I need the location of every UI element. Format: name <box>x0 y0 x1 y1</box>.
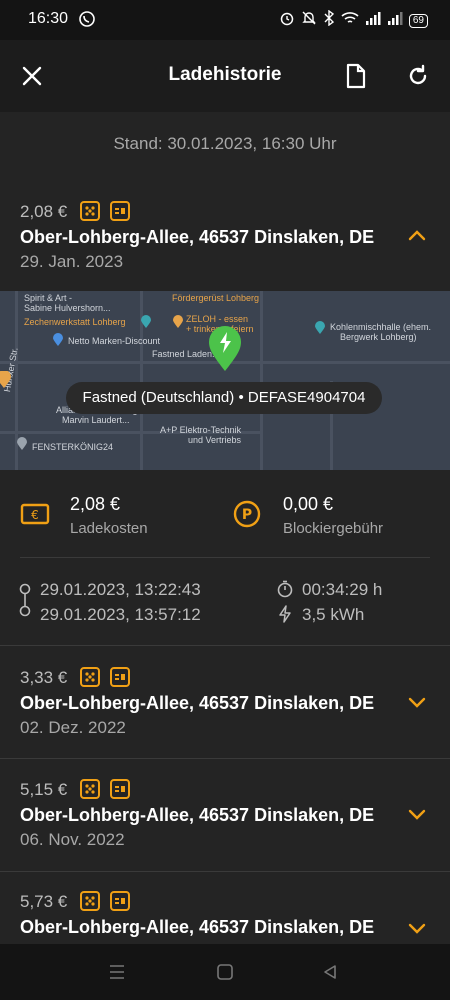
chevron-down-icon[interactable] <box>408 808 426 826</box>
divider <box>20 557 430 558</box>
entry-price: 5,15 € <box>20 780 68 799</box>
entry-address: Ober-Lohberg-Allee, 46537 Dinslaken, DE <box>20 805 375 825</box>
history-entry[interactable]: 3,33 € Ober-Lohberg-Allee, 46537 Dinslak… <box>0 652 450 758</box>
card-icon <box>110 667 130 687</box>
bluetooth-icon <box>323 9 335 31</box>
end-time: 29.01.2023, 13:57:12 <box>40 605 201 624</box>
map-poi-icon <box>314 321 326 340</box>
page-title: Ladehistorie <box>168 64 282 85</box>
map-label: und Vertriebs <box>188 435 242 445</box>
history-entry[interactable]: 5,15 € Ober-Lohberg-Allee, 46537 Dinslak… <box>0 764 450 870</box>
history-entry-expanded[interactable]: 2,08 € Ober-Lohberg-Allee, 46537 Dinslak… <box>0 190 450 290</box>
map-poi-icon <box>0 370 12 394</box>
map-label: Sabine Hulvershorn... <box>24 303 111 313</box>
wifi-icon <box>341 10 359 31</box>
charging-station-pin-icon[interactable] <box>207 325 243 378</box>
app-bar: Ladehistorie <box>0 40 450 112</box>
map-view[interactable]: Spirit & Art - Sabine Hulvershorn... Zec… <box>0 291 450 470</box>
entry-price: 2,08 € <box>20 202 68 221</box>
map-poi-icon <box>140 315 152 334</box>
cost-label: Ladekosten <box>70 520 148 537</box>
back-icon[interactable] <box>322 964 338 985</box>
whatsapp-icon <box>78 10 96 33</box>
history-entry[interactable]: 5,73 € Ober-Lohberg-Allee, 46537 Dinslak… <box>0 876 450 944</box>
map-label: Fördergerüst Lohberg <box>172 293 260 303</box>
status-bar: 16:30 69 <box>0 0 450 40</box>
entry-date: 06. Nov. 2022 <box>20 830 125 849</box>
map-poi-icon <box>172 315 184 334</box>
parking-icon: P <box>233 500 261 533</box>
svg-text:P: P <box>242 507 252 523</box>
map-label: FENSTERKÖNIG24 <box>32 442 114 452</box>
entry-date: 02. Dez. 2022 <box>20 718 126 737</box>
home-icon[interactable] <box>216 964 234 985</box>
chevron-down-icon[interactable] <box>408 922 426 940</box>
entry-price: 5,73 € <box>20 892 68 911</box>
chevron-up-icon[interactable] <box>408 228 426 246</box>
divider <box>0 758 450 759</box>
signal-icon <box>365 11 381 30</box>
card-icon <box>110 891 130 911</box>
system-nav-bar <box>0 944 450 1000</box>
entry-address: Ober-Lohberg-Allee, 46537 Dinslaken, DE <box>20 693 375 713</box>
connector-icon <box>80 891 100 911</box>
entry-date: 29. Jan. 2023 <box>20 252 124 271</box>
map-poi-icon <box>52 333 64 352</box>
svg-text:€: € <box>31 508 39 522</box>
energy-value: 3,5 kWh <box>302 605 365 624</box>
connector-icon <box>80 201 100 221</box>
cost-card-icon: € <box>20 502 50 531</box>
map-label: Zechenwerkstatt Lohberg <box>24 317 126 327</box>
chevron-down-icon[interactable] <box>408 696 426 714</box>
block-fee-value: 0,00 € <box>283 494 334 514</box>
battery-indicator: 69 <box>408 13 428 28</box>
timeline-icon <box>18 582 32 623</box>
card-icon <box>110 201 130 221</box>
cost-value: 2,08 € <box>70 494 121 514</box>
refresh-icon[interactable] <box>402 60 434 92</box>
start-time: 29.01.2023, 13:22:43 <box>40 580 201 599</box>
map-label: Marvin Laudert... <box>62 415 130 425</box>
map-label: A+P Elektro-Technik <box>160 425 242 435</box>
stopwatch-icon <box>276 580 294 603</box>
status-time: 16:30 <box>28 10 69 27</box>
station-tooltip[interactable]: Fastned (Deutschland) • DEFASE4904704 <box>66 382 382 414</box>
map-label: Bergwerk Lohberg) <box>340 332 417 342</box>
entry-address: Ober-Lohberg-Allee, 46537 Dinslaken, DE <box>20 227 375 247</box>
map-label: Spirit & Art - <box>24 293 73 303</box>
lightning-icon <box>276 605 294 628</box>
entry-price: 3,33 € <box>20 668 68 687</box>
recents-icon[interactable] <box>108 964 126 985</box>
stand-timestamp: Stand: 30.01.2023, 16:30 Uhr <box>113 134 337 153</box>
divider <box>0 645 450 646</box>
duration-value: 00:34:29 h <box>302 580 383 599</box>
mute-icon <box>301 10 317 31</box>
map-label: ZELOH - essen <box>186 314 249 324</box>
block-fee-label: Blockiergebühr <box>283 520 384 537</box>
document-icon[interactable] <box>340 60 372 92</box>
map-label: Netto Marken-Discount <box>68 336 161 346</box>
connector-icon <box>80 667 100 687</box>
map-poi-icon <box>16 437 28 456</box>
alarm-icon <box>279 10 295 31</box>
card-icon <box>110 779 130 799</box>
connector-icon <box>80 779 100 799</box>
map-road <box>260 291 263 470</box>
map-label: Kohlenmischhalle (ehem. <box>330 322 432 332</box>
divider <box>0 871 450 872</box>
entry-address: Ober-Lohberg-Allee, 46537 Dinslaken, DE <box>20 917 375 937</box>
signal-icon-2 <box>387 11 403 30</box>
